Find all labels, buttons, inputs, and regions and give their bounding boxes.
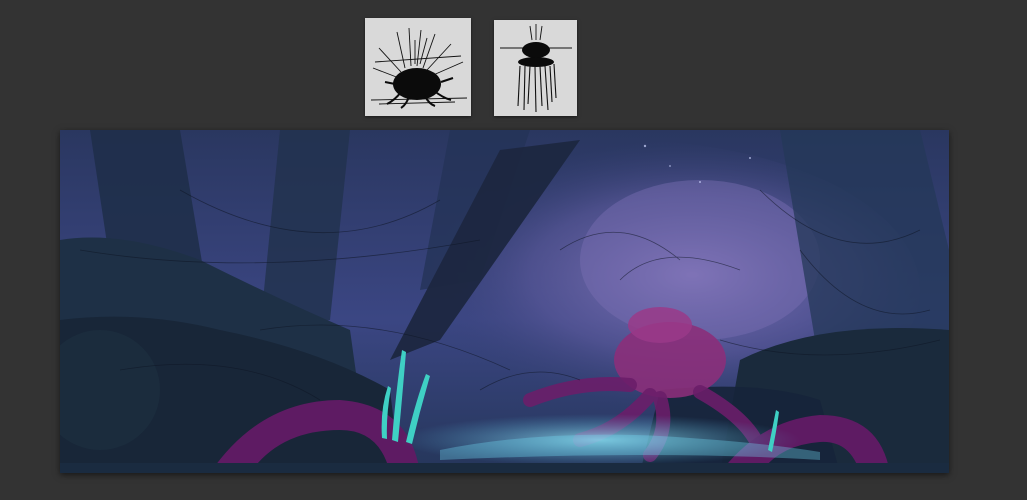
jellyfish-sketch-image xyxy=(500,24,572,113)
forest-scene-image xyxy=(60,130,949,473)
creature-sketch-image xyxy=(370,27,468,109)
sketch-thumbnail-jellyfish[interactable] xyxy=(494,20,577,116)
sketch-thumbnail-creature[interactable] xyxy=(365,18,471,116)
concept-painting[interactable] xyxy=(60,130,949,473)
artboard xyxy=(0,0,1027,500)
